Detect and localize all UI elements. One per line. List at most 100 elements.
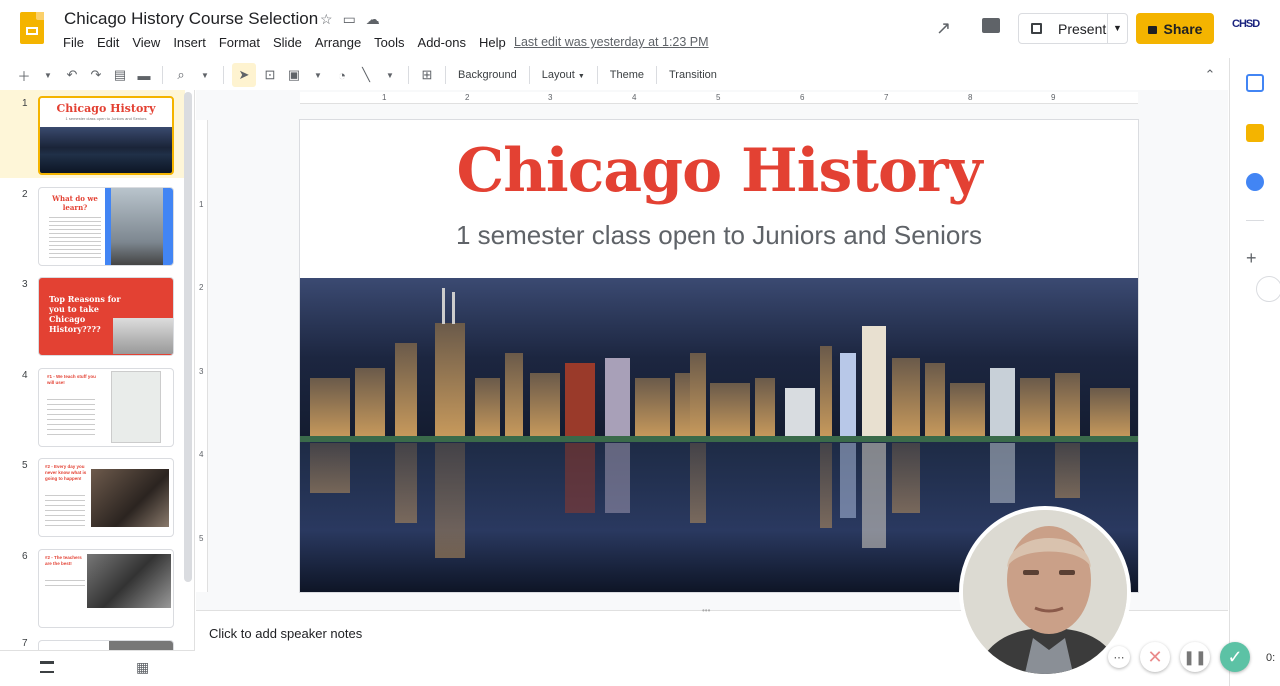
more-options-icon[interactable]: ⋯ [1108, 646, 1130, 668]
image-chevron-icon[interactable]: ▼ [308, 63, 328, 87]
share-button[interactable]: Share [1136, 13, 1214, 44]
notes-resize-handle[interactable]: ••• [702, 606, 710, 615]
slide-filmstrip: 1 Chicago History 1 semester class open … [0, 90, 195, 686]
shape-icon[interactable]: ◔ [332, 63, 352, 87]
document-title[interactable]: Chicago History Course Selection [64, 9, 318, 29]
present-dropdown-chevron-icon[interactable]: ▼ [1107, 14, 1127, 43]
filmstrip-slide-6[interactable]: 6 #2 - The teachers are the best! [0, 543, 185, 631]
layout-label: Layout [541, 69, 575, 81]
calendar-icon[interactable] [1246, 74, 1264, 92]
ruler-tick: 4 [199, 450, 204, 459]
ruler-tick: 5 [199, 534, 204, 543]
presenter-face [963, 510, 1127, 674]
recording-timer: 0: [1266, 652, 1276, 664]
present-label: Present [1058, 20, 1107, 37]
thumb-blue-bar [163, 188, 173, 265]
add-comment-icon[interactable]: ⊞ [417, 63, 437, 87]
last-edit-link[interactable]: Last edit was yesterday at 1:23 PM [514, 35, 709, 49]
new-slide-plus-icon[interactable]: ＋ [14, 63, 34, 87]
menu-bar: File Edit View Insert Format Slide Arran… [63, 35, 519, 50]
filmstrip-slide-4[interactable]: 4 #1 - We teach stuff you will use! [0, 362, 185, 450]
collapse-toolbar-icon[interactable]: ⌃ [1200, 63, 1220, 87]
menu-format[interactable]: Format [219, 35, 266, 50]
filmstrip-slide-2[interactable]: 2 What do we learn? [0, 181, 185, 269]
filmstrip-view-icon[interactable] [40, 661, 54, 673]
speaker-notes-placeholder[interactable]: Click to add speaker notes [209, 626, 362, 641]
thumb-skyline-image [40, 127, 172, 173]
toolbar-divider [596, 66, 598, 84]
thumb-subtitle: 1 semester class open to Juniors and Sen… [65, 116, 147, 121]
discard-recording-close-icon[interactable]: ✕ [1140, 642, 1170, 672]
layout-button[interactable]: Layout ▼ [536, 69, 591, 81]
menu-view[interactable]: View [132, 35, 166, 50]
grid-view-icon[interactable]: ▦ [136, 659, 149, 676]
select-cursor-icon[interactable]: ➤ [232, 63, 256, 87]
keep-icon[interactable] [1246, 124, 1264, 142]
new-slide-chevron-icon[interactable]: ▼ [38, 63, 58, 87]
background-button[interactable]: Background [452, 69, 523, 81]
ruler-tick: 6 [800, 93, 805, 102]
activity-trend-icon[interactable]: ↗ [936, 18, 951, 39]
menu-edit[interactable]: Edit [97, 35, 125, 50]
vertical-ruler: 1 2 3 4 5 [196, 120, 208, 592]
recorder-controls: ⋯ ✕ ❚❚ ✓ [1108, 642, 1250, 672]
slide-title[interactable]: Chicago History [300, 136, 1138, 206]
star-icon[interactable]: ☆ [320, 11, 333, 28]
slide-number: 7 [22, 638, 28, 649]
menu-addons[interactable]: Add-ons [418, 35, 472, 50]
slides-logo-icon[interactable] [20, 12, 44, 44]
ruler-tick: 1 [199, 200, 204, 209]
ruler-tick: 3 [199, 367, 204, 376]
pause-recording-icon[interactable]: ❚❚ [1180, 642, 1210, 672]
move-folder-icon[interactable]: ▭ [343, 11, 356, 28]
filmstrip-slide-7[interactable]: 7 [0, 634, 185, 650]
menu-tools[interactable]: Tools [374, 35, 410, 50]
thumb-photo [91, 469, 169, 527]
thumb-body-lines [45, 491, 85, 527]
add-addon-plus-icon[interactable]: + [1246, 248, 1257, 269]
thumb-map-image [111, 371, 161, 443]
print-icon[interactable]: ▤ [110, 63, 130, 87]
transition-button[interactable]: Transition [663, 69, 723, 81]
paint-format-icon[interactable]: ▬ [134, 63, 154, 87]
menu-arrange[interactable]: Arrange [315, 35, 367, 50]
line-icon[interactable]: ╲ [356, 63, 376, 87]
menu-help[interactable]: Help [479, 35, 512, 50]
webcam-bubble[interactable] [959, 506, 1131, 678]
zoom-chevron-icon[interactable]: ▼ [195, 63, 215, 87]
thumb-title: What do we learn? [52, 194, 98, 212]
undo-icon[interactable]: ↶ [62, 63, 82, 87]
lock-icon [1147, 25, 1157, 34]
theme-button[interactable]: Theme [604, 69, 650, 81]
slide-thumbnail: Top Reasons for you to take Chicago Hist… [38, 277, 174, 356]
microphone-icon[interactable] [1256, 276, 1280, 302]
ruler-tick: 2 [199, 283, 204, 292]
filmstrip-scrollbar[interactable] [184, 92, 192, 582]
text-box-icon[interactable]: ⊡ [260, 63, 280, 87]
thumb-title: #2 - Every day you never know what is go… [45, 464, 87, 481]
menu-insert[interactable]: Insert [173, 35, 212, 50]
slide-thumbnail: #2 - Every day you never know what is go… [38, 458, 174, 537]
filmstrip-slide-3[interactable]: 3 Top Reasons for you to take Chicago Hi… [0, 271, 185, 359]
menu-file[interactable]: File [63, 35, 90, 50]
comment-history-icon[interactable] [982, 18, 1000, 33]
thumb-body-lines [47, 395, 95, 439]
line-chevron-icon[interactable]: ▼ [380, 63, 400, 87]
finish-recording-check-icon[interactable]: ✓ [1220, 642, 1250, 672]
horizontal-ruler: 1 2 3 4 5 6 7 8 9 [300, 92, 1138, 104]
present-button[interactable]: Present ▼ [1018, 13, 1128, 44]
filmstrip-slide-1[interactable]: 1 Chicago History 1 semester class open … [0, 90, 185, 178]
tasks-icon[interactable] [1246, 173, 1264, 191]
account-avatar[interactable]: CHSD [1232, 18, 1260, 30]
thumb-title: Chicago History [56, 102, 156, 115]
slide-number: 1 [22, 98, 28, 109]
slide-subtitle[interactable]: 1 semester class open to Juniors and Sen… [300, 220, 1138, 251]
menu-slide[interactable]: Slide [273, 35, 308, 50]
zoom-icon[interactable]: ⌕ [171, 63, 191, 87]
image-icon[interactable]: ▣ [284, 63, 304, 87]
redo-icon[interactable]: ↷ [86, 63, 106, 87]
toolbar-divider [162, 66, 163, 84]
filmstrip-slide-5[interactable]: 5 #2 - Every day you never know what is … [0, 452, 185, 540]
cloud-status-icon[interactable]: ☁ [366, 11, 380, 28]
toolbar-divider [408, 66, 409, 84]
